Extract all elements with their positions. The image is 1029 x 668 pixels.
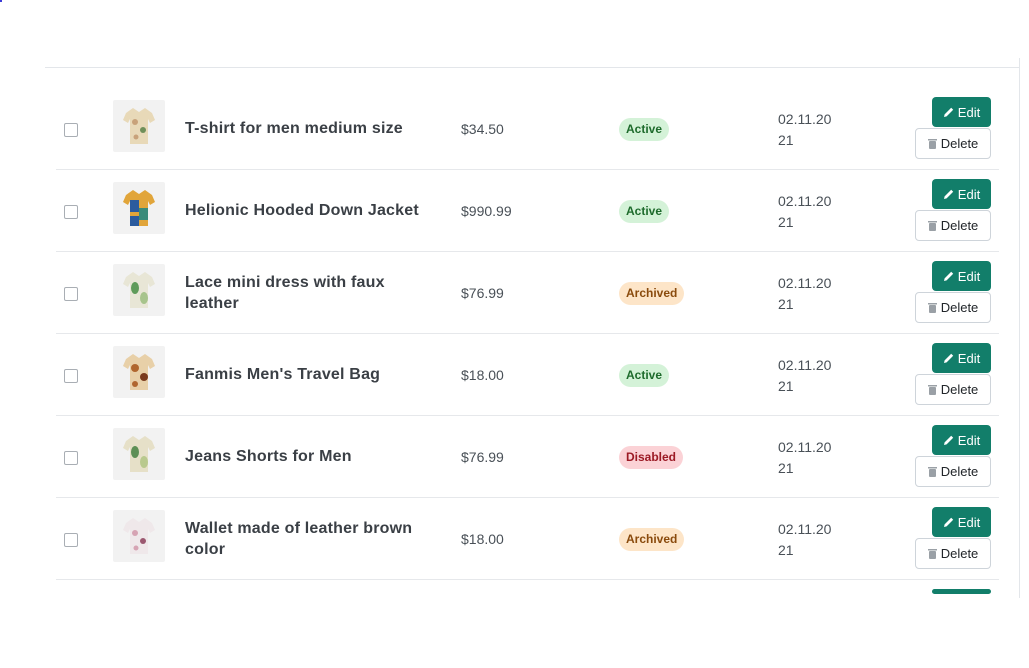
table-row xyxy=(56,580,999,661)
edit-label: Edit xyxy=(957,104,981,120)
pencil-icon xyxy=(943,107,953,117)
shirt-image xyxy=(123,272,155,308)
edit-label: Edit xyxy=(957,350,981,366)
edit-button[interactable]: Edit xyxy=(932,507,991,537)
trash-icon xyxy=(927,303,937,313)
edit-button[interactable]: Edit xyxy=(932,343,991,373)
product-price: $18.00 xyxy=(461,367,504,383)
table-row: T-shirt for men medium size $34.50 Activ… xyxy=(56,88,999,170)
status-badge: Archived xyxy=(619,528,685,551)
delete-label: Delete xyxy=(940,300,979,315)
edit-button[interactable] xyxy=(932,589,991,594)
edit-label: Edit xyxy=(957,268,981,284)
table-row: Helionic Hooded Down Jacket $990.99 Acti… xyxy=(56,170,999,252)
delete-button[interactable]: Delete xyxy=(915,292,991,323)
product-thumbnail[interactable] xyxy=(113,182,165,234)
product-price: $76.99 xyxy=(461,285,504,301)
product-thumbnail[interactable] xyxy=(113,510,165,562)
product-date: 02.11.2021 xyxy=(778,193,832,230)
scrollbar-track[interactable] xyxy=(1019,58,1020,598)
product-name[interactable]: T-shirt for men medium size xyxy=(185,118,425,139)
shirt-image xyxy=(123,518,155,554)
delete-label: Delete xyxy=(940,218,979,233)
delete-label: Delete xyxy=(940,464,979,479)
delete-label: Delete xyxy=(940,546,979,561)
product-name[interactable]: Wallet made of leather brown color xyxy=(185,518,425,560)
product-date: 02.11.2021 xyxy=(778,357,832,394)
delete-label: Delete xyxy=(940,382,979,397)
edit-label: Edit xyxy=(957,432,981,448)
row-checkbox[interactable] xyxy=(64,123,78,137)
status-badge: Active xyxy=(619,364,670,387)
product-name[interactable]: Fanmis Men's Travel Bag xyxy=(185,364,425,385)
shirt-image xyxy=(123,190,155,226)
delete-label: Delete xyxy=(940,136,979,151)
delete-button[interactable]: Delete xyxy=(915,374,991,405)
row-checkbox[interactable] xyxy=(64,287,78,301)
product-name[interactable]: Jeans Shorts for Men xyxy=(185,446,425,467)
product-date: 02.11.2021 xyxy=(778,521,832,558)
product-thumbnail[interactable] xyxy=(113,428,165,480)
product-thumbnail[interactable] xyxy=(113,100,165,152)
shirt-image xyxy=(123,436,155,472)
edit-label: Edit xyxy=(957,186,981,202)
product-price: $990.99 xyxy=(461,203,512,219)
row-checkbox[interactable] xyxy=(64,533,78,547)
edit-button[interactable]: Edit xyxy=(932,179,991,209)
edit-label: Edit xyxy=(957,514,981,530)
product-price: $18.00 xyxy=(461,531,504,547)
trash-icon xyxy=(927,385,937,395)
product-thumbnail[interactable] xyxy=(113,346,165,398)
product-thumbnail[interactable] xyxy=(113,264,165,316)
table-row: Wallet made of leather brown color $18.0… xyxy=(56,498,999,580)
product-name[interactable]: Helionic Hooded Down Jacket xyxy=(185,200,425,221)
pencil-icon xyxy=(943,271,953,281)
product-name[interactable]: Lace mini dress with faux leather xyxy=(185,272,425,314)
product-date: 02.11.2021 xyxy=(778,111,832,148)
trash-icon xyxy=(927,467,937,477)
table-row: Lace mini dress with faux leather $76.99… xyxy=(56,252,999,334)
delete-button[interactable]: Delete xyxy=(915,456,991,487)
edit-button[interactable]: Edit xyxy=(932,425,991,455)
product-date: 02.11.2021 xyxy=(778,439,832,476)
row-checkbox[interactable] xyxy=(64,205,78,219)
trash-icon xyxy=(927,549,937,559)
edit-button[interactable]: Edit xyxy=(932,261,991,291)
status-badge: Archived xyxy=(619,282,685,305)
product-date: 02.11.2021 xyxy=(778,275,832,312)
delete-button[interactable]: Delete xyxy=(915,210,991,241)
table-row: Fanmis Men's Travel Bag $18.00 Active 02… xyxy=(56,334,999,416)
product-table: T-shirt for men medium size $34.50 Activ… xyxy=(56,88,999,661)
status-badge: Active xyxy=(619,118,670,141)
shirt-image xyxy=(123,108,155,144)
pencil-icon xyxy=(943,189,953,199)
shirt-image xyxy=(123,354,155,390)
trash-icon xyxy=(927,221,937,231)
product-price: $76.99 xyxy=(461,449,504,465)
delete-button[interactable]: Delete xyxy=(915,128,991,159)
row-checkbox[interactable] xyxy=(64,451,78,465)
delete-button[interactable]: Delete xyxy=(915,538,991,569)
pencil-icon xyxy=(943,517,953,527)
trash-icon xyxy=(927,139,937,149)
status-badge: Disabled xyxy=(619,446,684,469)
table-row: Jeans Shorts for Men $76.99 Disabled 02.… xyxy=(56,416,999,498)
corner-dot xyxy=(0,0,2,2)
row-checkbox[interactable] xyxy=(64,369,78,383)
pencil-icon xyxy=(943,353,953,363)
edit-button[interactable]: Edit xyxy=(932,97,991,127)
pencil-icon xyxy=(943,435,953,445)
product-price: $34.50 xyxy=(461,121,504,137)
status-badge: Active xyxy=(619,200,670,223)
